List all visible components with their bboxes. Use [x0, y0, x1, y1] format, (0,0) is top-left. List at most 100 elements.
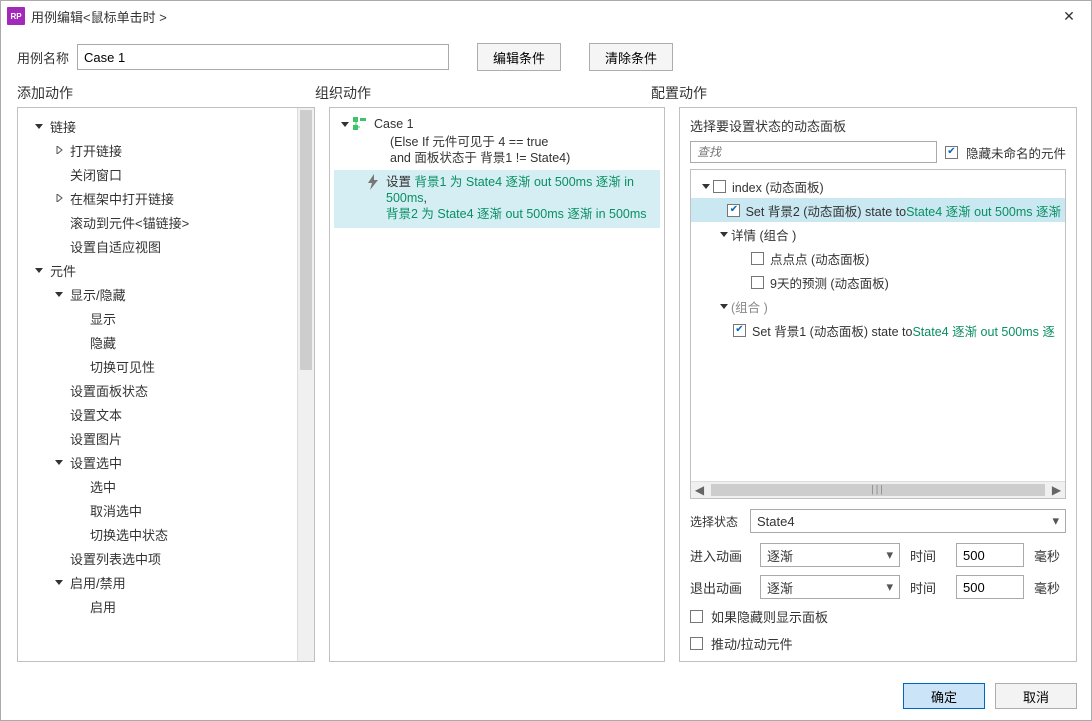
tree-item-label: 在框架中打开链接 [70, 189, 174, 208]
tree-item-label: 启用 [90, 597, 116, 616]
anim-out-value: 逐渐 [767, 578, 793, 597]
scrollbar-thumb[interactable] [300, 110, 312, 370]
cancel-button[interactable]: 取消 [995, 683, 1077, 709]
node-checkbox[interactable] [751, 252, 764, 265]
footer: 确定 取消 [1, 672, 1091, 720]
clear-condition-button[interactable]: 清除条件 [589, 43, 673, 71]
caret-down-icon[interactable] [717, 230, 731, 238]
case-name-input[interactable] [77, 44, 449, 70]
anim-in-dropdown[interactable]: 逐渐 ▾ [760, 543, 900, 567]
tree-item-label: 设置选中 [70, 453, 122, 472]
ok-button[interactable]: 确定 [903, 683, 985, 709]
tree-item[interactable]: 显示 [18, 306, 314, 330]
tree-item-label: 设置文本 [70, 405, 122, 424]
tree-item[interactable]: 设置自适应视图 [18, 234, 314, 258]
col-header-left: 添加动作 [17, 83, 315, 103]
tree-item-label: 显示 [90, 309, 116, 328]
tree-item[interactable]: 隐藏 [18, 330, 314, 354]
caret-down-icon[interactable] [717, 302, 731, 310]
case-row[interactable]: Case 1 [334, 114, 660, 134]
tree-node-9day[interactable]: 9天的预测 (动态面板) [691, 270, 1065, 294]
tree-item[interactable]: 关闭窗口 [18, 162, 314, 186]
time-out-label: 时间 [910, 578, 946, 597]
widget-tree-hscroll[interactable]: ◀ ||| ▶ [691, 481, 1065, 498]
node-checkbox[interactable] [751, 276, 764, 289]
hscroll-left-icon[interactable]: ◀ [691, 482, 708, 498]
case-caret[interactable] [338, 120, 352, 128]
tree-node-dots[interactable]: 点点点 (动态面板) [691, 246, 1065, 270]
anim-in-label: 进入动画 [690, 546, 750, 565]
time-out-input[interactable] [956, 575, 1024, 599]
tree-node-bg1[interactable]: Set 背景1 (动态面板) state to State4 逐渐 out 50… [691, 318, 1065, 342]
opt-show-if-hidden-checkbox[interactable] [690, 610, 703, 623]
tree-item[interactable]: 切换可见性 [18, 354, 314, 378]
select-state-dropdown[interactable]: State4 ▾ [750, 509, 1066, 533]
tree-item[interactable]: 选中 [18, 474, 314, 498]
tree-item-label: 设置面板状态 [70, 381, 148, 400]
case-action-selected[interactable]: 设置 背景1 为 State4 逐渐 out 500ms 逐渐 in 500ms… [334, 170, 660, 228]
hscroll-right-icon[interactable]: ▶ [1048, 482, 1065, 498]
tree-item[interactable]: 设置列表选中项 [18, 546, 314, 570]
caret-down-icon[interactable] [52, 458, 66, 466]
tree-item-label: 链接 [50, 117, 76, 136]
caret-right-icon[interactable] [52, 146, 66, 154]
tree-item[interactable]: 打开链接 [18, 138, 314, 162]
tree-node-detail-group[interactable]: 详情 (组合 ) [691, 222, 1065, 246]
caret-down-icon[interactable] [52, 290, 66, 298]
window-title: 用例编辑<鼠标单击时 > [31, 7, 1047, 26]
node-label: index (动态面板) [732, 177, 824, 196]
node-label: 详情 (组合 ) [731, 225, 796, 244]
tree-item[interactable]: 元件 [18, 258, 314, 282]
node-checkbox[interactable] [713, 180, 726, 193]
tree-item[interactable]: 取消选中 [18, 498, 314, 522]
tree-item-label: 设置列表选中项 [70, 549, 161, 568]
tree-item-label: 设置自适应视图 [70, 237, 161, 256]
tree-item[interactable]: 滚动到元件<锚链接> [18, 210, 314, 234]
caret-down-icon[interactable] [32, 266, 46, 274]
case-tree[interactable]: Case 1 (Else If 元件可见于 4 == true and 面板状态… [330, 108, 664, 234]
col-header-mid: 组织动作 [315, 83, 651, 103]
search-input[interactable] [690, 141, 937, 163]
tree-item[interactable]: 切换选中状态 [18, 522, 314, 546]
tree-node-index[interactable]: index (动态面板) [691, 174, 1065, 198]
tree-item[interactable]: 显示/隐藏 [18, 282, 314, 306]
tree-item[interactable]: 设置文本 [18, 402, 314, 426]
node-label: (组合 ) [731, 297, 768, 316]
node-checkbox[interactable] [727, 204, 740, 217]
anim-out-dropdown[interactable]: 逐渐 ▾ [760, 575, 900, 599]
tree-item[interactable]: 在框架中打开链接 [18, 186, 314, 210]
caret-down-icon[interactable] [699, 182, 713, 190]
tree-item[interactable]: 链接 [18, 114, 314, 138]
edit-condition-button[interactable]: 编辑条件 [477, 43, 561, 71]
tree-node-group[interactable]: (组合 ) [691, 294, 1065, 318]
left-scrollbar[interactable] [297, 108, 314, 661]
node-checkbox[interactable] [733, 324, 746, 337]
configure-action-panel: 选择要设置状态的动态面板 隐藏未命名的元件 index (动态面板) [679, 107, 1077, 662]
tree-item[interactable]: 启用 [18, 594, 314, 618]
caret-right-icon[interactable] [52, 194, 66, 202]
tree-item[interactable]: 设置面板状态 [18, 378, 314, 402]
hide-unnamed-checkbox[interactable] [945, 146, 958, 159]
columns: 链接打开链接关闭窗口在框架中打开链接滚动到元件<锚链接> 设置自适应视图元件显示/… [1, 107, 1091, 672]
tree-item[interactable]: 设置选中 [18, 450, 314, 474]
opt-push-pull-checkbox[interactable] [690, 637, 703, 650]
organize-actions-panel: Case 1 (Else If 元件可见于 4 == true and 面板状态… [329, 107, 665, 662]
node-label-suf: State4 逐渐 out 500ms 逐 [912, 321, 1054, 340]
opt-push-pull-row: 推动/拉动元件 [690, 634, 1066, 653]
close-button[interactable]: ✕ [1047, 1, 1091, 31]
tree-item[interactable]: 启用/禁用 [18, 570, 314, 594]
caret-down-icon[interactable] [52, 578, 66, 586]
opt-show-if-hidden-label: 如果隐藏则显示面板 [711, 607, 828, 626]
chevron-down-icon: ▾ [886, 547, 893, 563]
actions-tree[interactable]: 链接打开链接关闭窗口在框架中打开链接滚动到元件<锚链接> 设置自适应视图元件显示/… [18, 108, 314, 624]
time-out-unit: 毫秒 [1034, 578, 1066, 597]
tree-item-label: 取消选中 [90, 501, 142, 520]
time-in-input[interactable] [956, 543, 1024, 567]
hscroll-thumb[interactable]: ||| [711, 484, 1045, 496]
tree-item[interactable]: 设置图片 [18, 426, 314, 450]
widget-tree-inner[interactable]: index (动态面板) Set 背景2 (动态面板) state to Sta… [691, 170, 1065, 481]
chevron-down-icon: ▾ [886, 579, 893, 595]
tree-node-bg2[interactable]: Set 背景2 (动态面板) state to State4 逐渐 out 50… [691, 198, 1065, 222]
opt-show-if-hidden-row: 如果隐藏则显示面板 [690, 607, 1066, 626]
caret-down-icon[interactable] [32, 122, 46, 130]
